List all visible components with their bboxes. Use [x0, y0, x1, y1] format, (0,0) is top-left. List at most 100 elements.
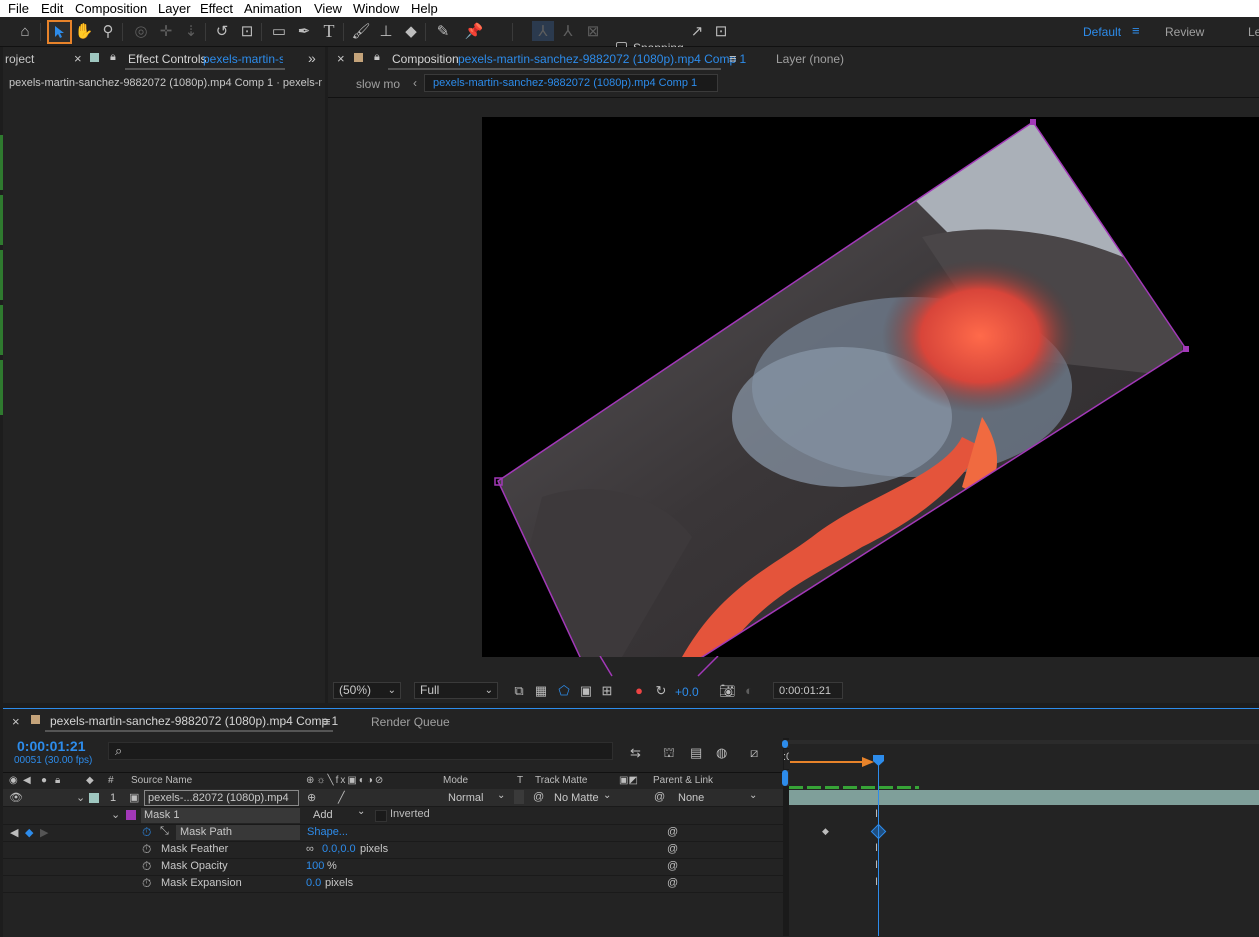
next-keyframe-icon[interactable]: ▶︎: [40, 826, 48, 839]
selection-tool-icon[interactable]: [47, 20, 72, 44]
magnification-dropdown[interactable]: (50%) ⌄: [333, 682, 401, 699]
panel-expand-icon[interactable]: »: [308, 50, 316, 66]
lock-icon[interactable]: 🔒︎: [374, 51, 380, 64]
workspace-more[interactable]: Le: [1248, 25, 1259, 39]
dolly-tool-icon[interactable]: ⇣: [180, 21, 202, 41]
lock-switch-icon[interactable]: 🔒︎: [55, 775, 60, 786]
workspace-default[interactable]: Default: [1083, 25, 1121, 39]
reset-exposure-icon[interactable]: ↻: [653, 683, 669, 699]
workspace-review[interactable]: Review: [1165, 25, 1204, 39]
audio-switch-icon[interactable]: ◀︎: [23, 775, 31, 786]
mask-color-swatch[interactable]: [126, 810, 136, 820]
keyframe-diamond-icon[interactable]: ◆: [822, 826, 829, 837]
brush-tool-icon[interactable]: 🖌: [350, 21, 372, 41]
frame-blending-icon[interactable]: ▤: [690, 745, 702, 761]
column-source-name[interactable]: Source Name: [131, 775, 192, 786]
pick-whip-icon[interactable]: @: [667, 860, 678, 872]
prev-keyframe-icon[interactable]: ◀︎: [10, 826, 18, 839]
pick-whip-icon[interactable]: @: [654, 791, 665, 803]
menu-window[interactable]: Window: [353, 1, 399, 16]
rotate-tool-icon[interactable]: ↺: [211, 21, 233, 41]
comp-flowchart-icon[interactable]: ⇆: [630, 745, 641, 761]
anchor-point-tool-icon[interactable]: ⊡: [236, 21, 258, 41]
zoom-tool-icon[interactable]: ⚲: [97, 21, 119, 41]
current-time-field[interactable]: 0:00:01:21: [773, 682, 843, 699]
pick-whip-icon[interactable]: @: [667, 877, 678, 889]
pen-tool-icon[interactable]: ✒: [293, 21, 315, 41]
menu-animation[interactable]: Animation: [244, 1, 302, 16]
menu-view[interactable]: View: [314, 1, 342, 16]
label-tag-icon[interactable]: ◆: [86, 775, 94, 786]
menu-edit[interactable]: Edit: [41, 1, 63, 16]
mask-name-field[interactable]: Mask 1: [141, 808, 300, 823]
close-icon[interactable]: ×: [12, 714, 20, 729]
mask-expansion-value[interactable]: 0.0: [306, 877, 321, 889]
motion-blur-icon[interactable]: ◍: [716, 745, 727, 761]
exposure-value[interactable]: +0.0: [675, 685, 699, 699]
local-axis-icon[interactable]: ⅄: [532, 21, 554, 41]
snapshot-camera-icon[interactable]: 📷︎: [719, 683, 736, 699]
snap-features-icon[interactable]: ⊡: [710, 21, 732, 41]
layer-panel-tab[interactable]: Layer (none): [776, 52, 844, 66]
hand-tool-icon[interactable]: ✋: [73, 21, 95, 41]
snap-edges-icon[interactable]: ↗: [686, 21, 708, 41]
video-switch-icon[interactable]: ◉: [9, 775, 18, 786]
solo-switch-icon[interactable]: ●: [41, 775, 47, 786]
playhead-line[interactable]: [878, 755, 879, 936]
add-keyframe-icon[interactable]: ◆: [25, 826, 33, 839]
chevron-down-icon[interactable]: ⌄: [111, 808, 120, 821]
panel-menu-icon[interactable]: ≡: [729, 51, 737, 66]
show-channel-icon[interactable]: ●: [631, 683, 647, 699]
layer-label-color[interactable]: [89, 793, 99, 803]
chevron-down-icon[interactable]: ⌄: [76, 791, 85, 804]
breadcrumb-arrow-icon[interactable]: ‹: [413, 76, 417, 90]
close-icon[interactable]: ×: [337, 51, 345, 66]
tab-effect-controls[interactable]: Effect Controls pexels-martin-sa: [125, 49, 285, 70]
tab-project[interactable]: roject: [5, 52, 34, 66]
lock-icon[interactable]: 🔒︎: [110, 51, 116, 64]
pan-tool-icon[interactable]: ✛: [155, 21, 177, 41]
layer-name-field[interactable]: pexels-...82072 (1080p).mp4: [144, 790, 299, 806]
breadcrumb-prev[interactable]: slow mo: [356, 77, 400, 91]
pick-whip-icon[interactable]: @: [667, 826, 678, 838]
tab-timeline-comp[interactable]: pexels-martin-sanchez-9882072 (1080p).mp…: [45, 711, 338, 732]
orbit-tool-icon[interactable]: ◎: [130, 21, 152, 41]
roto-brush-tool-icon[interactable]: ✎: [432, 21, 454, 41]
mask-path-value[interactable]: Shape...: [307, 826, 348, 838]
close-icon[interactable]: ×: [74, 51, 82, 66]
preserve-transparency-toggle[interactable]: [514, 790, 524, 804]
work-area-start-handle[interactable]: [782, 740, 788, 748]
menu-help[interactable]: Help: [411, 1, 438, 16]
puppet-pin-tool-icon[interactable]: 📌: [463, 21, 485, 41]
rectangle-tool-icon[interactable]: ▭: [268, 21, 290, 41]
matte-link-icon[interactable]: @: [533, 791, 544, 803]
show-snapshot-icon[interactable]: ◐: [741, 683, 757, 699]
world-axis-icon[interactable]: ⅄: [557, 21, 579, 41]
timeline-search-input[interactable]: ⌕: [108, 742, 613, 760]
layer-mode-dropdown[interactable]: Normal ⌄: [443, 790, 509, 806]
current-time-display[interactable]: 0:00:01:21: [17, 738, 86, 754]
tab-render-queue[interactable]: Render Queue: [371, 715, 450, 729]
workspace-menu-icon[interactable]: ≡: [1132, 23, 1140, 38]
composition-viewer[interactable]: [482, 117, 1259, 657]
breadcrumb-current-item[interactable]: pexels-martin-sanchez-9882072 (1080p).mp…: [424, 74, 718, 92]
parent-dropdown[interactable]: None ⌄: [673, 790, 761, 806]
resolution-dropdown[interactable]: Full ⌄: [414, 682, 498, 699]
stopwatch-icon[interactable]: ⏱︎: [142, 859, 151, 874]
layer-row[interactable]: [3, 789, 783, 807]
eraser-tool-icon[interactable]: ◆: [400, 21, 422, 41]
graph-icon[interactable]: ⤡: [160, 825, 169, 838]
stopwatch-icon[interactable]: ⏱︎: [142, 876, 151, 891]
grid-guides-icon[interactable]: ⊞: [599, 683, 615, 699]
stopwatch-icon[interactable]: ⏱︎: [142, 825, 151, 840]
fast-previews-icon[interactable]: ⧉: [511, 683, 527, 699]
pick-whip-icon[interactable]: @: [667, 843, 678, 855]
track-matte-dropdown[interactable]: No Matte ⌄: [549, 790, 615, 806]
menu-composition[interactable]: Composition: [75, 1, 147, 16]
quality-switch-icon[interactable]: ╱: [338, 791, 345, 804]
shy-switch-icon[interactable]: ⊕: [307, 791, 316, 804]
draft-3d-icon[interactable]: ⛫: [663, 745, 675, 763]
transparency-grid-icon[interactable]: ▦: [533, 683, 549, 699]
menu-effect[interactable]: Effect: [200, 1, 233, 16]
region-of-interest-icon[interactable]: ▣: [578, 683, 594, 699]
